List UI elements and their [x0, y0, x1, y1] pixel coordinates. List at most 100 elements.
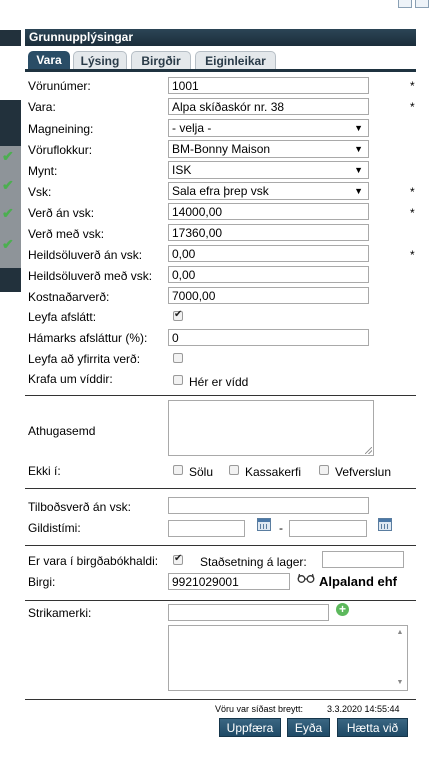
- divider: [25, 545, 416, 546]
- gildistimi-to-input[interactable]: [289, 520, 367, 537]
- tab-vara[interactable]: Vara: [28, 51, 70, 69]
- calendar-icon[interactable]: [257, 518, 271, 531]
- check-icon: ✔: [2, 177, 14, 193]
- tab-eiginleikar[interactable]: Eiginleikar: [195, 51, 276, 69]
- label-tilbodsverd: Tilboðsverð án vsk:: [28, 500, 131, 514]
- chevron-down-icon: ▼: [354, 144, 363, 154]
- kostnadarverd-input[interactable]: [168, 287, 369, 304]
- label-ekki-i: Ekki í:: [28, 464, 61, 478]
- scroll-up-icon[interactable]: ▲: [394, 628, 406, 638]
- label-magneining: Magneining:: [28, 122, 94, 136]
- label-verd-an-vsk: Verð án vsk:: [28, 206, 95, 220]
- label-vsk: Vsk:: [28, 185, 52, 199]
- label-voruflokkur: Vöruflokkur:: [28, 143, 93, 157]
- required-mark: *: [410, 100, 415, 114]
- label-leyfa-yfirrita: Leyfa að yfirrita verð:: [28, 352, 141, 366]
- plus-icon[interactable]: +: [336, 603, 349, 616]
- chevron-down-icon: ▼: [354, 186, 363, 196]
- leyfa-afslatt-checkbox[interactable]: [173, 309, 183, 321]
- label-heildsoluverd-an-vsk: Heildsöluverð án vsk:: [28, 248, 143, 262]
- voruflokkur-value: BM-Bonny Maison: [172, 142, 271, 156]
- label-krafa-um-viddir: Krafa um víddir:: [28, 372, 113, 386]
- ekki-i-solu-checkbox[interactable]: [173, 465, 183, 475]
- label-strikamerki: Strikamerki:: [28, 606, 92, 620]
- heildsoluverd-an-vsk-input[interactable]: [168, 245, 369, 262]
- mynt-value: ISK: [172, 163, 192, 177]
- required-mark: *: [410, 79, 415, 93]
- label-athugasemd: Athugasemd: [28, 424, 96, 438]
- chevron-down-icon: ▼: [354, 123, 363, 133]
- tab-bar: Vara Lýsing Birgðir Eiginleikar: [25, 49, 416, 72]
- krafa-um-viddir-option: Hér er vídd: [189, 375, 249, 389]
- divider: [25, 488, 416, 489]
- window-icon[interactable]: [398, 0, 412, 8]
- chevron-down-icon: ▼: [354, 165, 363, 175]
- update-button[interactable]: Uppfæra: [219, 718, 281, 737]
- verd-med-vsk-input[interactable]: [168, 224, 369, 241]
- divider: [25, 699, 416, 700]
- resize-handle-icon[interactable]: [365, 447, 372, 454]
- strikamerki-input[interactable]: [168, 604, 329, 621]
- label-kostnadarverd: Kostnaðarverð:: [28, 290, 110, 304]
- sidebar-strip-top: [0, 30, 21, 46]
- tab-birgdir[interactable]: Birgðir: [131, 51, 191, 69]
- label-heildsoluverd-med-vsk: Heildsöluverð með vsk:: [28, 269, 153, 283]
- vsk-select[interactable]: Sala efra þrep vsk ▼: [168, 182, 369, 200]
- athugasemd-textarea[interactable]: [168, 400, 374, 456]
- section-header: Grunnupplýsingar: [25, 29, 416, 46]
- calendar-icon[interactable]: [378, 518, 392, 531]
- strikamerki-list[interactable]: ▲ ▼: [168, 625, 408, 691]
- delete-button[interactable]: Eyða: [287, 718, 330, 737]
- check-icon: ✔: [2, 205, 14, 221]
- divider: [25, 395, 416, 396]
- last-changed-label: Vöru var síðast breytt:: [215, 704, 304, 714]
- tilbodsverd-input[interactable]: [168, 497, 369, 514]
- tab-lysing[interactable]: Lýsing: [73, 51, 127, 69]
- label-vorunumer: Vörunúmer:: [28, 79, 91, 93]
- required-mark: *: [410, 206, 415, 220]
- date-range-separator: -: [279, 521, 283, 535]
- ekki-i-solu-label: Sölu: [189, 465, 214, 479]
- ekki-i-kassakerfi-checkbox[interactable]: [229, 465, 239, 475]
- magneining-select[interactable]: - velja - ▼: [168, 119, 369, 137]
- glasses-icon[interactable]: [297, 572, 315, 584]
- magneining-value: - velja -: [172, 121, 212, 135]
- cancel-button[interactable]: Hætta við: [337, 718, 408, 737]
- label-gildistimi: Gildistími:: [28, 521, 81, 535]
- vara-input[interactable]: [168, 98, 369, 115]
- birgi-name: Alpaland ehf: [319, 574, 398, 589]
- birgdabokhald-checkbox[interactable]: [173, 553, 183, 565]
- hamarks-afslattur-input[interactable]: [168, 329, 369, 346]
- check-icon: ✔: [2, 148, 14, 164]
- heildsoluverd-med-vsk-input[interactable]: [168, 266, 369, 283]
- vsk-value: Sala efra þrep vsk: [172, 184, 269, 198]
- vorunumer-input[interactable]: [168, 77, 369, 94]
- label-leyfa-afslatt: Leyfa afslátt:: [28, 310, 97, 324]
- birgi-input[interactable]: [168, 573, 290, 590]
- stadsetning-input[interactable]: [322, 551, 404, 568]
- label-verd-med-vsk: Verð með vsk:: [28, 227, 105, 241]
- mynt-select[interactable]: ISK ▼: [168, 161, 369, 179]
- label-birgi: Birgi:: [28, 575, 56, 589]
- sidebar-strip-block: [0, 100, 21, 146]
- voruflokkur-select[interactable]: BM-Bonny Maison ▼: [168, 140, 369, 158]
- label-birgdabokhald: Er vara í birgðabókhaldi:: [28, 554, 159, 568]
- divider: [25, 600, 416, 601]
- krafa-um-viddir-checkbox[interactable]: [173, 375, 183, 385]
- ekki-i-kassakerfi-label: Kassakerfi: [245, 465, 302, 479]
- scroll-down-icon[interactable]: ▼: [394, 678, 406, 688]
- sidebar-strip-bottom: [0, 268, 21, 292]
- ekki-i-vefverslun-checkbox[interactable]: [319, 465, 329, 475]
- label-stadsetning: Staðsetning á lager:: [200, 555, 307, 569]
- required-mark: *: [410, 248, 415, 262]
- window-icon[interactable]: [415, 0, 429, 8]
- required-mark: *: [410, 185, 415, 199]
- gildistimi-from-input[interactable]: [168, 520, 245, 537]
- label-vara: Vara:: [28, 100, 56, 114]
- verd-an-vsk-input[interactable]: [168, 203, 369, 220]
- label-mynt: Mynt:: [28, 164, 58, 178]
- check-icon: ✔: [2, 236, 14, 252]
- label-hamarks-afslattur: Hámarks afsláttur (%):: [28, 331, 148, 345]
- leyfa-yfirrita-checkbox[interactable]: [173, 353, 183, 363]
- last-changed-value: 3.3.2020 14:55:44: [327, 704, 400, 714]
